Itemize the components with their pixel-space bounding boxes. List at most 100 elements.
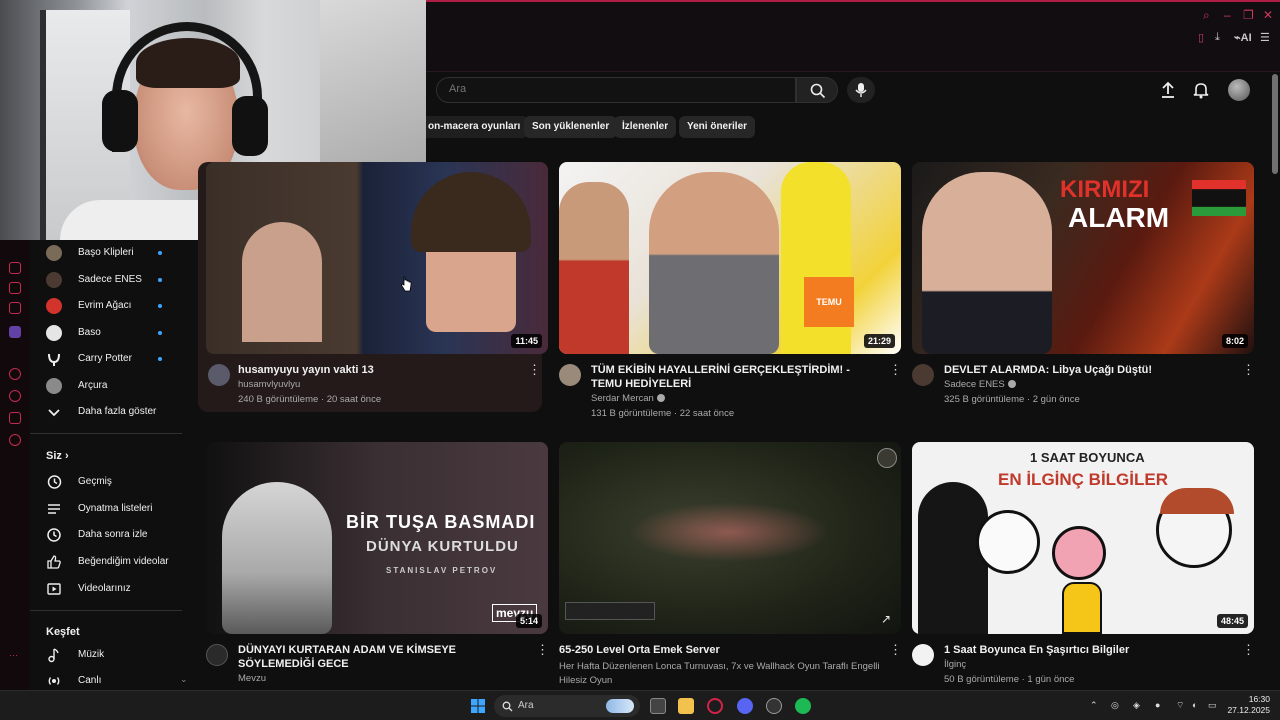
channel-name[interactable]: husamvlyuvlyu [238,379,300,390]
tray-app-icon[interactable]: ◎ [1111,700,1122,711]
sidebar-item-subscription[interactable]: Carry Potter [30,346,190,372]
maximize-button[interactable]: ❐ [1243,8,1254,22]
channel-name[interactable]: Sadece ENES [944,379,1016,390]
ai-button[interactable]: ⌁AI [1234,31,1252,44]
more-options-icon[interactable]: ⋮ [528,362,541,378]
battery-icon[interactable]: ▭ [1208,700,1219,711]
video-card[interactable]: KIRMIZI ALARM 8:02 DEVLET ALARMDA: Libya… [912,162,1256,412]
video-title[interactable]: DEVLET ALARMDA: Libya Uçağı Düştü! [944,363,1234,377]
video-thumbnail[interactable]: TEMU 21:29 [559,162,901,354]
history-icon[interactable] [9,368,21,380]
bookmark-icon[interactable]: ▯ [1198,31,1204,44]
video-title[interactable]: 1 Saat Boyunca En Şaşırtıcı Bilgiler [944,643,1234,657]
sidebar-item-subscription[interactable]: Başo Klipleri [30,240,190,266]
divider [30,610,182,611]
video-thumbnail[interactable]: 11:45 [206,162,548,354]
sidebar-item-watch-later[interactable]: Daha sonra izle [30,522,190,548]
menu-icon[interactable]: ☰ [1260,31,1270,44]
search-box[interactable] [436,77,796,103]
task-view-icon[interactable] [650,698,666,714]
video-title[interactable]: husamyuyu yayın vakti 13 [238,363,528,377]
opera-gx-icon[interactable] [707,698,723,714]
account-avatar[interactable] [1228,79,1250,101]
sidebar-item-your-videos[interactable]: Videolarınız [30,576,190,602]
sidebar-item-subscription[interactable]: Arçura [30,373,190,399]
tray-app-icon[interactable]: ◈ [1133,700,1144,711]
tray-overflow-icon[interactable]: ⌃ [1090,700,1101,711]
video-card[interactable]: 11:45 husamyuyu yayın vakti 13 husamvlyu… [198,162,548,412]
more-options-icon[interactable]: ⋮ [1242,642,1255,658]
opera-icon[interactable] [9,262,21,274]
close-button[interactable]: ✕ [1263,8,1273,22]
search-button[interactable] [796,77,838,103]
taskbar-clock[interactable]: 16:30 27.12.2025 [1227,694,1270,716]
sidebar-item-history[interactable]: Geçmiş [30,469,190,495]
channel-avatar[interactable] [559,364,581,386]
scroll-thumb[interactable] [1272,74,1278,174]
more-icon[interactable]: ⋯ [9,650,21,662]
channel-avatar[interactable] [206,644,228,666]
heart-icon[interactable] [9,412,21,424]
twitch-icon[interactable] [9,326,21,338]
sidebar-item-subscription[interactable]: Sadece ENES [30,267,190,293]
wifi-icon[interactable]: ⌔ [1176,700,1187,711]
chip-action-adventure[interactable]: on-macera oyunları [420,116,529,138]
video-title[interactable]: TÜM EKİBİN HAYALLERİNİ GERÇEKLEŞTİRDİM! … [591,363,881,391]
steam-icon[interactable] [766,698,782,714]
video-duration: 5:14 [515,614,542,628]
sidebar-item-playlists[interactable]: Oynatma listeleri [30,496,190,522]
thumb-cartoon-body [1062,582,1102,634]
spotify-icon[interactable] [795,698,811,714]
voice-search-button[interactable] [847,77,875,103]
video-card[interactable]: BİR TUŞA BASMADI DÜNYA KURTULDU STANISLA… [206,442,550,690]
more-options-icon[interactable]: ⋮ [889,362,902,378]
messenger-icon[interactable] [9,282,21,294]
chat-icon[interactable] [9,302,21,314]
minimize-button[interactable]: – [1224,8,1231,22]
search-tabs-icon[interactable]: ⌕ [1203,8,1210,23]
channel-avatar[interactable] [912,364,934,386]
mic-icon[interactable]: ● [1155,700,1166,711]
sidebar-item-subscription[interactable]: Evrim Ağacı [30,293,190,319]
chip-new-to-you[interactable]: Yeni öneriler [679,116,756,138]
video-thumbnail[interactable]: ↗ [559,442,901,634]
channel-name[interactable]: Serdar Mercan [591,393,665,404]
clock-icon[interactable] [9,390,21,402]
search-highlight-image [606,699,634,713]
settings-icon[interactable] [9,434,21,446]
video-card[interactable]: 1 SAAT BOYUNCA EN İLGİNÇ BİLGİLER 48:45 … [912,442,1256,690]
video-title[interactable]: DÜNYAYI KURTARAN ADAM VE KİMSEYE SÖYLEME… [238,643,528,671]
discord-icon[interactable] [737,698,753,714]
channel-avatar[interactable] [208,364,230,386]
channel-name[interactable]: Mevzu [238,673,266,684]
page-scrollbar[interactable] [1270,72,1280,690]
channel-name[interactable]: İlginç [944,659,966,670]
sidebar-item-subscription[interactable]: Baso [30,320,190,346]
more-options-icon[interactable]: ⋮ [1242,362,1255,378]
video-thumbnail[interactable]: 1 SAAT BOYUNCA EN İLGİNÇ BİLGİLER 48:45 [912,442,1254,634]
sidebar-item-liked-videos[interactable]: Beğendiğim videolar [30,549,190,575]
scroll-down-icon[interactable]: ⌄ [180,674,188,685]
you-section-title[interactable]: Siz › [46,450,69,462]
search-input[interactable] [449,83,749,95]
windows-start-icon[interactable] [470,698,486,714]
thumb-title-line1: BİR TUŞA BASMADI [346,512,536,532]
volume-icon[interactable]: ◐ [1192,700,1203,711]
video-card[interactable]: TEMU 21:29 TÜM EKİBİN HAYALLERİNİ GERÇEK… [559,162,903,422]
file-explorer-icon[interactable] [678,698,694,714]
show-more-button[interactable]: Daha fazla göster [30,399,190,425]
upload-icon[interactable] [1158,80,1178,100]
notifications-icon[interactable] [1191,80,1211,100]
taskbar-search[interactable]: Ara [494,695,640,717]
chip-recently-uploaded[interactable]: Son yüklenenler [524,116,618,138]
chip-watched[interactable]: İzlenenler [614,116,677,138]
channel-avatar[interactable] [912,644,934,666]
video-thumbnail[interactable]: BİR TUŞA BASMADI DÜNYA KURTULDU STANISLA… [206,442,548,634]
download-icon[interactable]: ⤓ [1215,31,1220,44]
video-card[interactable]: ↗ 65-250 Level Orta Emek Server Her Haft… [559,442,903,690]
more-options-icon[interactable]: ⋮ [536,642,549,658]
video-title[interactable]: 65-250 Level Orta Emek Server [559,643,849,657]
sidebar-item-music[interactable]: Müzik [30,642,190,668]
more-options-icon[interactable]: ⋮ [889,642,902,658]
video-thumbnail[interactable]: KIRMIZI ALARM 8:02 [912,162,1254,354]
